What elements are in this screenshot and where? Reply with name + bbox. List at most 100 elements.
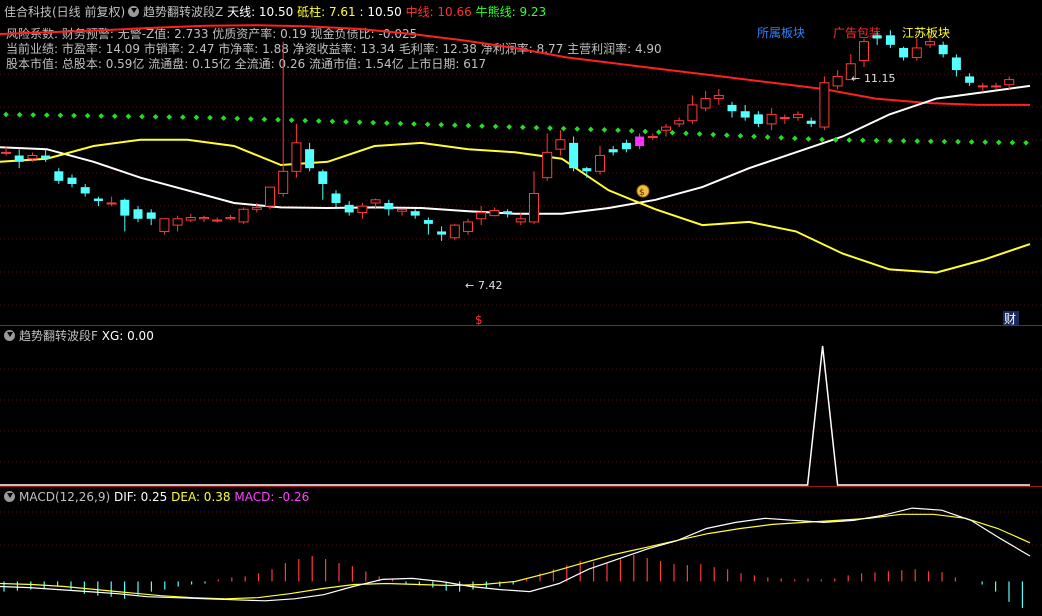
signal-dot [30, 112, 37, 118]
signal-dot [193, 114, 200, 121]
signal-dot [438, 121, 445, 128]
settings-gear-icon[interactable] [4, 491, 15, 502]
trend-line-yellow [0, 138, 1031, 274]
candle-body-up [911, 47, 922, 58]
candle-body-up [515, 218, 526, 223]
signal-dot [465, 122, 472, 129]
signal-dot [533, 124, 540, 131]
candle-body-down [503, 211, 513, 214]
macd-header[interactable]: MACD(12,26,9) DIF: 0.25 DEA: 0.38 MACD: … [4, 490, 309, 504]
signal-dot [43, 112, 50, 118]
candle-body-down [582, 168, 592, 172]
signal-dot [261, 116, 268, 123]
signal-dot [927, 138, 934, 145]
candle-body-up [265, 186, 275, 207]
candle-body-up [793, 113, 803, 119]
finance-marker-cai[interactable]: 财 [1004, 312, 1016, 326]
signal-dot [3, 111, 9, 118]
candle-body-up [397, 208, 407, 212]
candle-body-up [199, 217, 209, 220]
candlestick-chart [0, 24, 1031, 274]
candle-body-down [423, 220, 433, 224]
signal-dot [805, 136, 812, 142]
signal-dot [764, 134, 771, 140]
signal-dot [982, 139, 989, 145]
signal-dot [696, 131, 703, 137]
candle-body-up [1, 151, 11, 154]
signal-dot [424, 121, 431, 128]
candle-body-up [27, 155, 38, 160]
candle-body-down [54, 171, 64, 181]
svg-text:$: $ [639, 188, 645, 198]
candle-body-up [991, 85, 1001, 88]
candle-body-up [779, 117, 790, 120]
candle-body-up [225, 217, 236, 220]
candle-body-down [740, 111, 750, 118]
candle-body-up [977, 85, 988, 88]
signal-dot [1009, 139, 1016, 146]
candle-body-up [766, 113, 777, 125]
candle-body-down [146, 212, 156, 219]
signal-dot [547, 125, 553, 131]
candle-body-down [965, 76, 975, 83]
candle-body-up [106, 202, 117, 205]
dea-value: DEA: 0.38 [171, 490, 231, 504]
settings-gear-icon[interactable] [4, 330, 15, 341]
signal-dot [710, 131, 717, 138]
candle-body-down [305, 149, 315, 169]
candle-body-up [647, 136, 658, 139]
signal-dot [669, 129, 676, 136]
xg-chart [0, 345, 1030, 486]
signal-dot [370, 119, 377, 126]
candle-body-down [41, 155, 51, 159]
candle-body-up [212, 219, 223, 222]
candle-body-up [687, 104, 698, 122]
signal-dot [84, 112, 91, 119]
candle-body-up [661, 126, 671, 131]
signal-dot [451, 122, 458, 129]
candle-body-up [449, 224, 460, 239]
signal-dot [234, 115, 241, 122]
dif-line [0, 507, 1031, 602]
signal-dot [1023, 139, 1029, 146]
candle-body-down [938, 44, 948, 55]
signal-dot [846, 137, 853, 143]
candle-body-down [133, 209, 143, 219]
candle-body-down [80, 187, 90, 194]
main-grid [0, 73, 1042, 306]
candle-body-up [278, 170, 289, 194]
candle-body-up [476, 211, 487, 220]
candle-body-down [753, 114, 763, 124]
candle-body-down [885, 35, 895, 45]
candle-body-down [318, 171, 328, 184]
signal-dot [152, 113, 159, 120]
indicator2-header[interactable]: 趋势翻转波段F XG: 0.00 [4, 329, 154, 343]
candle-body-up [489, 210, 500, 217]
signal-dot [383, 120, 390, 126]
signal-dot [519, 124, 526, 131]
signal-dot [601, 126, 608, 133]
candle-body-up [542, 151, 553, 179]
candle-body-up [529, 192, 539, 223]
signal-dot [887, 137, 893, 144]
candle-body-up [370, 199, 381, 204]
signal-dot [900, 138, 907, 144]
signal-dot [207, 114, 213, 121]
candle-body-up [238, 208, 249, 223]
candle-body-down [951, 57, 961, 71]
money-bag-icon[interactable]: $ [636, 184, 650, 198]
trend-line-white [0, 84, 1031, 215]
signal-dot [356, 119, 363, 126]
candle-body-up [185, 217, 196, 221]
candle-body-down [608, 149, 618, 153]
event-marker-s[interactable]: $ [475, 313, 483, 327]
signal-dot [288, 117, 295, 124]
indicator2-name: 趋势翻转波段F [19, 329, 98, 343]
chart-canvas[interactable]: ← 11.15 ← 7.42 $ $ 财 [0, 0, 1042, 616]
signal-dot [16, 111, 23, 118]
macd-grid [0, 511, 1042, 546]
candle-body-down [806, 120, 816, 124]
candle-body-up [595, 155, 605, 172]
macd-name: MACD(12,26,9) [19, 490, 111, 504]
signal-dot [574, 126, 581, 132]
